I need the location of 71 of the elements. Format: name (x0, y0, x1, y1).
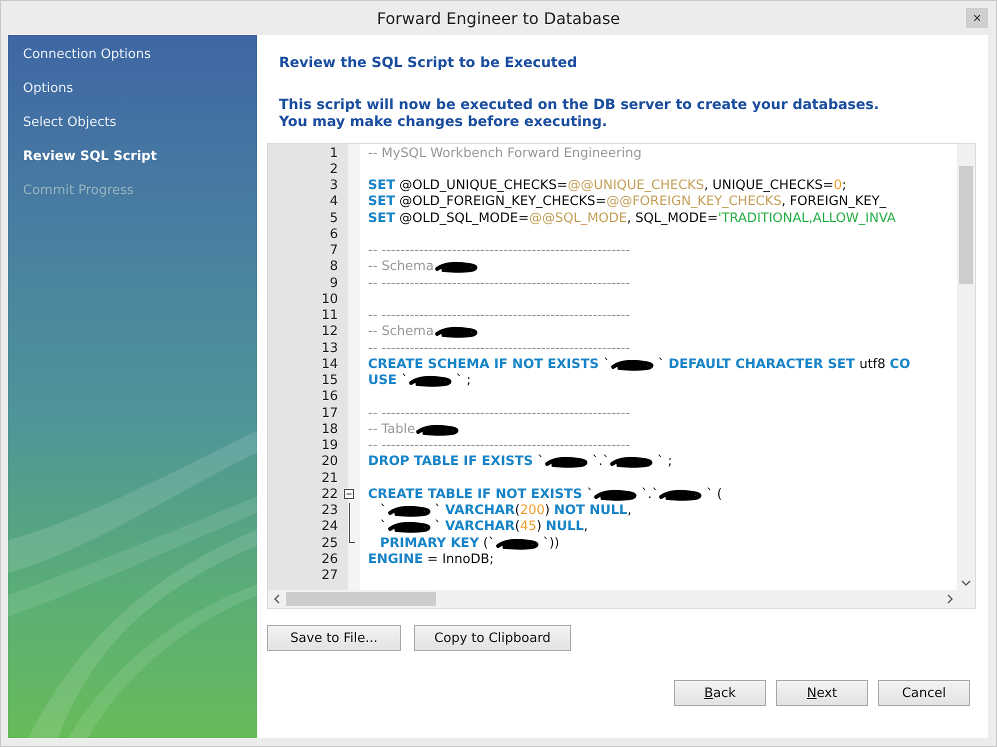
vertical-scrollbar[interactable] (957, 144, 975, 590)
code-line: USE ` ` ; (368, 373, 471, 388)
scroll-thumb[interactable] (286, 592, 436, 606)
line-number: 10 (320, 292, 338, 307)
code-line: ` ` VARCHAR(200) NOT NULL, (379, 503, 632, 518)
horizontal-scrollbar[interactable] (268, 590, 975, 608)
line-number: 14 (320, 356, 338, 372)
line-number: 17 (320, 406, 338, 421)
line-number: 25 (320, 536, 338, 551)
code-line: -- ----------------------------------------------------- (368, 276, 630, 291)
code-line: -- ----------------------------------------------------- (368, 340, 630, 356)
code-line: -- ----------------------------------------------------- (368, 308, 630, 324)
line-number: 12 (320, 324, 338, 340)
scroll-thumb[interactable] (959, 166, 973, 284)
fold-end-line (348, 535, 354, 543)
code-line: DROP TABLE IF EXISTS ` `.` ` ; (368, 454, 672, 470)
line-number: 26 (320, 552, 338, 567)
line-number: 16 (320, 389, 338, 404)
line-number: 9 (328, 276, 338, 291)
line-number: 3 (328, 178, 338, 194)
code-line: SET @OLD_FOREIGN_KEY_CHECKS=@@FOREIGN_KEY_CHECKS, FOREIGN_KEY_ (368, 194, 886, 210)
code-line: -- ----------------------------------------------------- (368, 243, 630, 258)
close-button[interactable]: ✕ (966, 8, 988, 28)
sidebar-item[interactable]: Options (8, 79, 257, 113)
line-number: 21 (320, 470, 338, 486)
sql-editor[interactable] (267, 143, 976, 609)
wizard-button[interactable]: Cancel (878, 680, 970, 706)
sidebar-item[interactable]: Connection Options (8, 45, 257, 79)
line-number: 11 (320, 308, 338, 324)
line-number: 22 (320, 486, 338, 502)
sidebar-item[interactable]: Select Objects (8, 113, 257, 147)
code-line: -- Schema (368, 259, 482, 274)
code-line: CREATE TABLE IF NOT EXISTS ` `.` ` ( (368, 486, 722, 502)
code-line: SET @OLD_UNIQUE_CHECKS=@@UNIQUE_CHECKS, UNIQUE_CHECKS=0; (368, 178, 846, 194)
line-number: 19 (320, 438, 338, 454)
code-line: SET @OLD_SQL_MODE=@@SQL_MODE, SQL_MODE='TRADITIONAL,ALLOW_INVA (368, 210, 896, 226)
wizard-button[interactable]: Back (674, 680, 766, 706)
line-number: 5 (328, 210, 338, 226)
code-line: CREATE SCHEMA IF NOT EXISTS ` ` DEFAULT CHARACTER SET utf8 CO (368, 356, 910, 372)
code-line: -- ----------------------------------------------------- (368, 438, 630, 454)
line-number: 24 (320, 519, 338, 534)
line-number: 2 (328, 162, 338, 177)
line-number: 13 (320, 340, 338, 356)
wizard-button[interactable]: Next (776, 680, 868, 706)
file-action-button[interactable]: Copy to Clipboard (414, 625, 571, 651)
page-heading: Review the SQL Script to be Executed (279, 55, 578, 71)
line-number: 6 (328, 226, 338, 242)
scroll-right-icon[interactable] (947, 594, 953, 604)
code-line: -- Schema (368, 324, 482, 340)
code-line: -- Table (368, 422, 464, 437)
line-number: 18 (320, 422, 338, 437)
window-title: Forward Engineer to Database (376, 8, 620, 28)
line-number: 7 (328, 243, 338, 258)
line-number: 15 (320, 373, 338, 388)
line-number: 4 (328, 194, 338, 210)
file-action-button[interactable]: Save to File... (267, 625, 401, 651)
line-number: 20 (320, 454, 338, 470)
scroll-left-icon[interactable] (274, 594, 280, 604)
code-line: -- ----------------------------------------------------- (368, 406, 630, 421)
description-text: This script will now be executed on the DB server to create your databases. (279, 97, 880, 114)
scroll-down-icon[interactable] (961, 580, 971, 586)
code-line: ENGINE = InnoDB; (368, 552, 494, 567)
code-line: -- MySQL Workbench Forward Engineering (368, 146, 642, 161)
description-text: You may make changes before executing. (279, 114, 608, 131)
line-number: 27 (320, 568, 338, 584)
sidebar-item[interactable]: Review SQL Script (8, 147, 257, 181)
code-line: PRIMARY KEY (` `)) (379, 536, 560, 551)
line-number: 1 (328, 146, 338, 161)
line-number: 8 (328, 259, 338, 274)
line-number: 23 (320, 503, 338, 518)
code-line: ` ` VARCHAR(45) NULL, (379, 519, 588, 534)
